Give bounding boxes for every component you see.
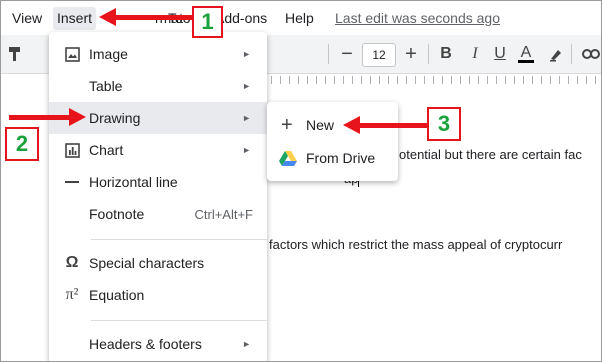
omega-icon: Ω [65, 254, 79, 271]
menu-item-footnote[interactable]: Footnote Ctrl+Alt+F [49, 198, 267, 230]
step-badge-3: 3 [427, 107, 461, 141]
app-window: View Insert rmat Too Add-ons Help Last e… [0, 0, 602, 362]
google-drive-icon [279, 150, 297, 169]
insert-menu: Image ► Table ► Drawing ► Chart ► Horizo… [49, 32, 267, 361]
annotation-arrow-line [114, 15, 194, 20]
menu-item-label: Table [89, 78, 123, 94]
font-size-input[interactable]: 12 [362, 43, 396, 67]
doc-text-line[interactable]: otential but there are certain fac [399, 147, 582, 162]
step-badge-2: 2 [5, 127, 39, 161]
menu-item-label: Horizontal line [89, 174, 178, 190]
menu-item-equation[interactable]: π² Equation [49, 279, 267, 311]
menu-item-image[interactable]: Image ► [49, 38, 267, 70]
menu-item-label: Chart [89, 142, 124, 158]
menu-item-special-characters[interactable]: Ω Special characters [49, 247, 267, 279]
menu-item-horizontal-line[interactable]: Horizontal line [49, 166, 267, 198]
underline-button[interactable]: U [488, 42, 512, 66]
menubar: View Insert rmat Too Add-ons Help Last e… [1, 1, 601, 35]
text-color-swatch [518, 59, 534, 63]
menu-item-label: Equation [89, 287, 145, 303]
text-color-button[interactable]: A [514, 42, 538, 66]
chart-icon [63, 141, 81, 159]
menu-item-label: Drawing [89, 110, 141, 126]
ruler-ticks [271, 76, 601, 84]
menu-item-label: Headers & footers [89, 336, 202, 352]
toolbar-divider [328, 44, 329, 64]
menu-divider [91, 239, 267, 240]
toolbar-divider [428, 44, 429, 64]
decrease-font-size-button[interactable]: − [335, 42, 359, 66]
submenu-item-label: From Drive [306, 150, 376, 166]
pi-icon: π² [65, 286, 79, 303]
doc-text-line[interactable]: factors which restrict the mass appeal o… [269, 237, 562, 252]
highlight-icon[interactable] [544, 42, 568, 66]
menu-item-headers-footers[interactable]: Headers & footers ► [49, 328, 267, 360]
menu-divider [91, 320, 267, 321]
bold-button[interactable]: B [434, 42, 458, 66]
menu-view[interactable]: View [12, 10, 42, 26]
increase-font-size-button[interactable]: + [399, 42, 423, 66]
drawing-submenu: + New From Drive [267, 102, 398, 181]
annotation-arrow-line [358, 123, 428, 128]
menu-item-table[interactable]: Table ► [49, 70, 267, 102]
submenu-arrow-icon: ► [242, 81, 251, 91]
submenu-item-from-drive[interactable]: From Drive [267, 142, 398, 174]
horizontal-line-icon [63, 173, 81, 191]
text-color-icon: A [520, 43, 532, 61]
italic-button[interactable]: I [463, 42, 487, 66]
last-edit-link[interactable]: Last edit was seconds ago [335, 10, 500, 26]
submenu-arrow-icon: ► [242, 339, 251, 349]
submenu-arrow-icon: ► [242, 49, 251, 59]
submenu-arrow-icon: ► [242, 145, 251, 155]
menu-item-label: Footnote [89, 206, 145, 222]
toolbar-divider [571, 44, 572, 64]
annotation-arrow-head [69, 108, 86, 126]
submenu-item-label: New [306, 117, 335, 133]
annotation-arrow-line [9, 115, 71, 120]
step-badge-1: 1 [192, 6, 223, 38]
menu-insert[interactable]: Insert [53, 7, 97, 30]
image-icon [63, 45, 81, 63]
menu-item-label: Image [89, 46, 128, 62]
menu-item-chart[interactable]: Chart ► [49, 134, 267, 166]
shortcut-label: Ctrl+Alt+F [194, 206, 253, 222]
link-icon[interactable] [579, 42, 601, 66]
plus-icon: + [281, 113, 293, 136]
menu-item-label: Special characters [89, 255, 205, 271]
submenu-arrow-icon: ► [242, 113, 251, 123]
paint-format-icon[interactable] [3, 42, 27, 66]
menu-help[interactable]: Help [285, 10, 314, 26]
